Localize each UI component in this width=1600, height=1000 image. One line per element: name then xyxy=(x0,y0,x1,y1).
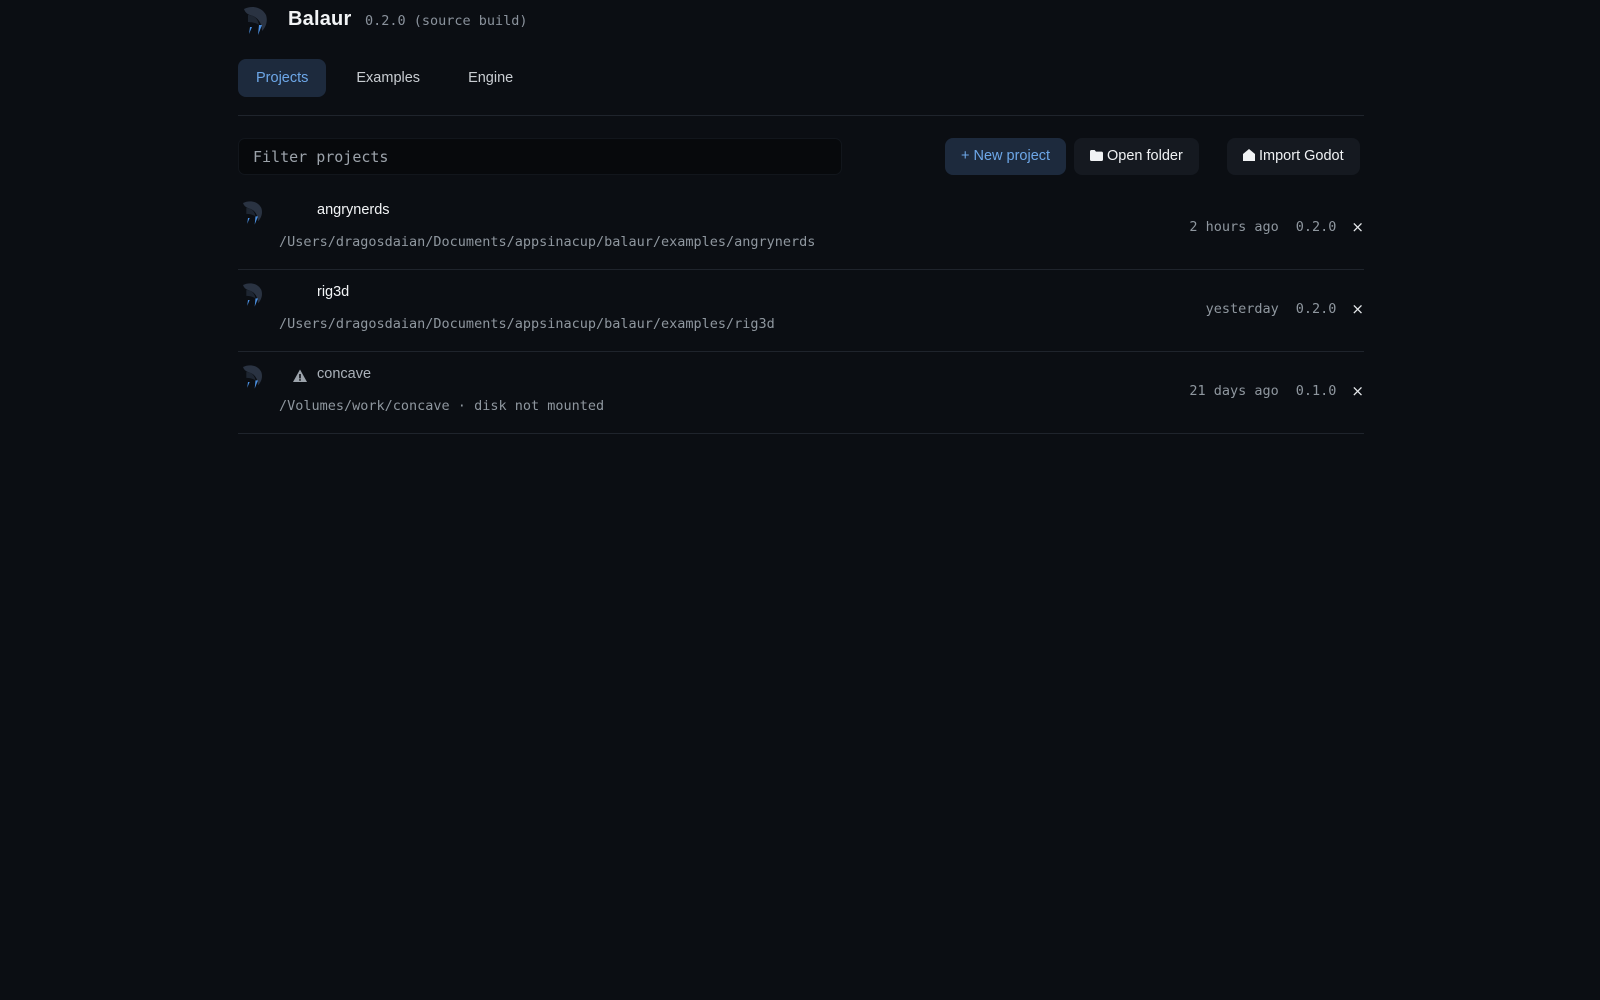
project-logo-icon xyxy=(243,365,262,389)
project-name: angrynerds xyxy=(317,202,390,218)
tab-bar: Projects Examples Engine xyxy=(238,59,1364,115)
project-version: 0.2.0 xyxy=(1295,219,1337,235)
warning-icon xyxy=(293,369,307,382)
import-godot-button[interactable]: Import Godot xyxy=(1227,138,1360,175)
home-icon xyxy=(1243,149,1255,162)
project-path: /Users/dragosdaian/Documents/appsinacup/… xyxy=(279,316,775,332)
project-logo-icon xyxy=(243,283,262,307)
project-path: /Volumes/work/concave · disk not mounted xyxy=(279,398,605,414)
toolbar: + New project Open folder Import Godot xyxy=(238,138,1364,176)
tab-projects[interactable]: Projects xyxy=(238,59,327,97)
project-list: angrynerds /Users/dragosdaian/Documents/… xyxy=(238,188,1364,434)
project-last-opened: yesterday xyxy=(1205,301,1279,317)
project-path: /Users/dragosdaian/Documents/appsinacup/… xyxy=(279,234,816,250)
open-folder-button[interactable]: Open folder xyxy=(1074,138,1199,175)
launcher-page: Balaur 0.2.0 (source build) Projects Exa… xyxy=(238,0,1364,434)
new-project-button[interactable]: + New project xyxy=(945,138,1067,175)
tab-engine[interactable]: Engine xyxy=(450,59,531,97)
new-project-label: + New project xyxy=(961,148,1051,164)
remove-project-button[interactable]: × xyxy=(1351,218,1364,236)
project-meta: 2 hours ago 0.2.0 × xyxy=(1189,218,1364,236)
project-meta: 21 days ago 0.1.0 × xyxy=(1189,382,1364,400)
divider xyxy=(238,115,1364,116)
project-last-opened: 2 hours ago xyxy=(1189,219,1279,235)
project-version: 0.2.0 xyxy=(1295,301,1337,317)
app-version: 0.2.0 (source build) xyxy=(365,13,528,29)
project-row[interactable]: rig3d /Users/dragosdaian/Documents/appsi… xyxy=(238,270,1364,352)
project-logo-icon xyxy=(243,201,262,225)
project-last-opened: 21 days ago xyxy=(1189,383,1279,399)
project-name: rig3d xyxy=(317,284,350,300)
folder-icon xyxy=(1090,149,1103,161)
app-title: Balaur xyxy=(288,8,352,30)
project-name: concave xyxy=(317,366,372,382)
remove-project-button[interactable]: × xyxy=(1351,382,1364,400)
balaur-logo-icon xyxy=(244,7,267,35)
open-folder-label: Open folder xyxy=(1107,148,1183,164)
project-row[interactable]: concave /Volumes/work/concave · disk not… xyxy=(238,352,1364,434)
tab-examples[interactable]: Examples xyxy=(338,59,438,97)
import-godot-label: Import Godot xyxy=(1259,148,1344,164)
project-meta: yesterday 0.2.0 × xyxy=(1206,300,1364,318)
project-version: 0.1.0 xyxy=(1295,383,1337,399)
header: Balaur 0.2.0 (source build) xyxy=(238,0,1364,42)
remove-project-button[interactable]: × xyxy=(1351,300,1364,318)
filter-projects-input[interactable] xyxy=(238,138,842,175)
project-row[interactable]: angrynerds /Users/dragosdaian/Documents/… xyxy=(238,188,1364,270)
